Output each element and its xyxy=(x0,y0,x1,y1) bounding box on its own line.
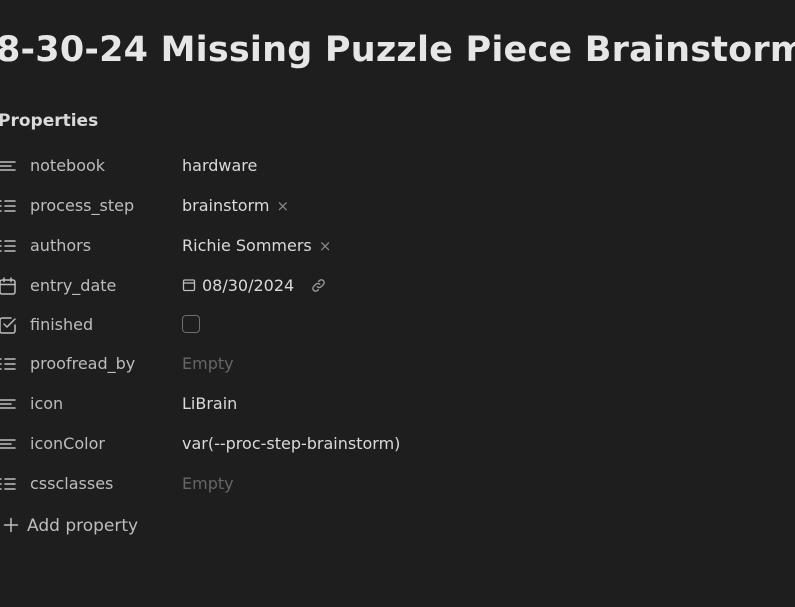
note-view: 8-30-24 Missing Puzzle Piece Brainstorm … xyxy=(0,0,795,607)
property-value-pill[interactable]: brainstorm × xyxy=(182,196,289,215)
property-key[interactable]: authors xyxy=(30,236,91,255)
property-key[interactable]: proofread_by xyxy=(30,354,135,373)
note-title[interactable]: 8-30-24 Missing Puzzle Piece Brainstorm xyxy=(0,30,795,70)
list-icon[interactable] xyxy=(0,354,18,374)
list-icon[interactable] xyxy=(0,196,18,216)
text-lines-icon[interactable] xyxy=(0,434,18,454)
property-key[interactable]: entry_date xyxy=(30,276,116,295)
property-value[interactable]: var(--proc-step-brainstorm) xyxy=(182,434,400,453)
property-row-process-step: process_step brainstorm × xyxy=(0,192,795,222)
property-value-pill[interactable]: Richie Sommers × xyxy=(182,236,331,255)
calendar-icon[interactable] xyxy=(0,276,18,296)
property-row-notebook: notebook hardware xyxy=(0,152,795,182)
property-row-cssclasses: cssclasses Empty xyxy=(0,470,795,500)
remove-value-icon[interactable]: × xyxy=(319,237,332,255)
checkbox-icon[interactable] xyxy=(0,315,18,335)
remove-value-icon[interactable]: × xyxy=(277,197,290,215)
add-property-label: Add property xyxy=(27,516,139,536)
text-lines-icon[interactable] xyxy=(0,394,18,414)
date-text: 08/30/2024 xyxy=(202,276,295,295)
calendar-icon[interactable] xyxy=(182,278,196,292)
list-icon[interactable] xyxy=(0,236,18,256)
property-row-iconcolor: iconColor var(--proc-step-brainstorm) xyxy=(0,430,795,460)
property-key[interactable]: iconColor xyxy=(30,434,105,453)
property-row-entry-date: entry_date 08/30/2024 xyxy=(0,272,795,302)
property-row-finished: finished xyxy=(0,311,795,341)
property-row-authors: authors Richie Sommers × xyxy=(0,232,795,262)
property-key[interactable]: process_step xyxy=(30,196,134,215)
pill-label: Richie Sommers xyxy=(182,236,312,255)
property-key[interactable]: notebook xyxy=(30,156,105,175)
pill-label: brainstorm xyxy=(182,196,270,215)
property-key[interactable]: cssclasses xyxy=(30,474,113,493)
properties-heading[interactable]: Properties xyxy=(0,111,98,131)
property-key[interactable]: finished xyxy=(30,315,93,334)
list-icon[interactable] xyxy=(0,474,18,494)
link-icon[interactable] xyxy=(310,277,327,294)
property-key[interactable]: icon xyxy=(30,394,63,413)
finished-checkbox[interactable] xyxy=(182,315,200,333)
property-value-empty[interactable]: Empty xyxy=(182,474,234,493)
date-value[interactable]: 08/30/2024 xyxy=(182,276,327,295)
property-row-proofread-by: proofread_by Empty xyxy=(0,350,795,380)
add-property-button[interactable]: Add property xyxy=(3,516,138,536)
property-value-empty[interactable]: Empty xyxy=(182,354,234,373)
property-value[interactable]: hardware xyxy=(182,156,257,175)
property-value[interactable]: LiBrain xyxy=(182,394,237,413)
property-row-icon: icon LiBrain xyxy=(0,390,795,420)
plus-icon xyxy=(3,517,19,533)
text-lines-icon[interactable] xyxy=(0,156,18,176)
